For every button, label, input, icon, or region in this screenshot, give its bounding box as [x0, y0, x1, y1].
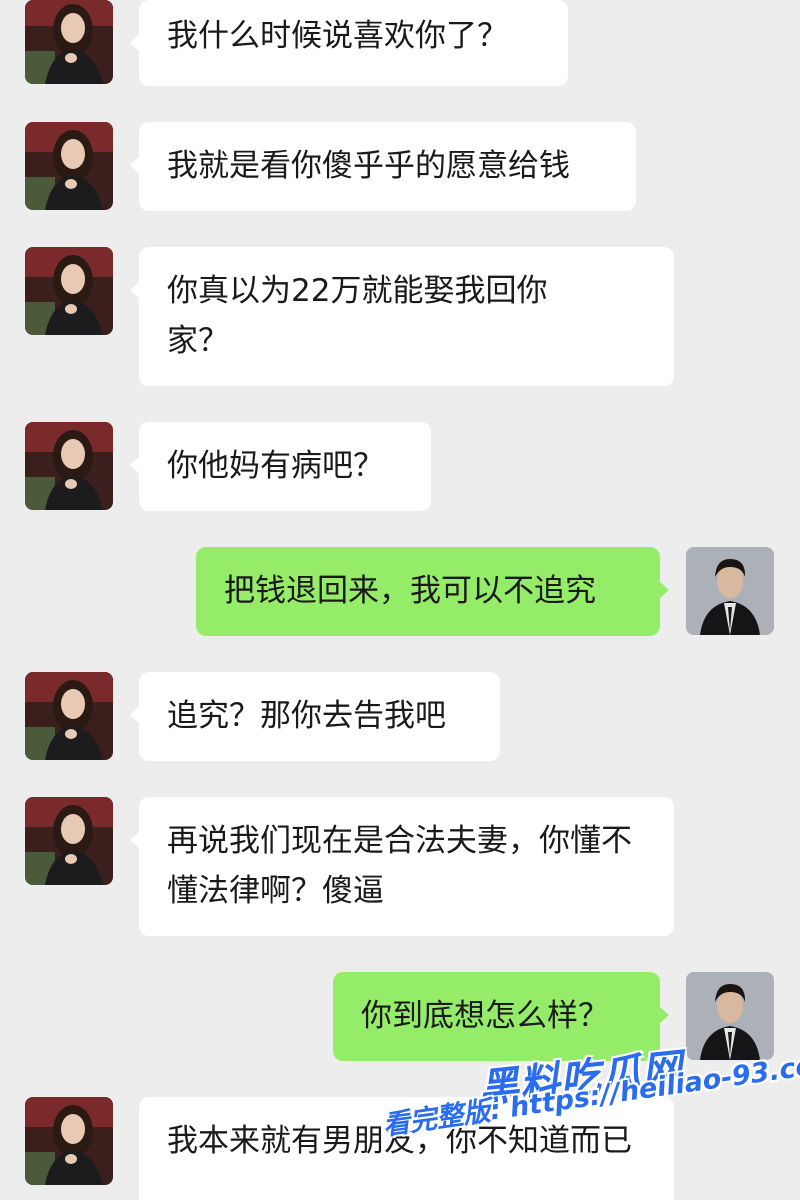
- woman-portrait-icon: [25, 1097, 113, 1185]
- message-bubble[interactable]: 你到底想怎么样？: [333, 972, 669, 1061]
- man-portrait-icon: [686, 972, 774, 1060]
- woman-portrait-icon: [25, 672, 113, 760]
- user-avatar[interactable]: [686, 547, 774, 635]
- woman-portrait-icon: [25, 0, 113, 84]
- contact-avatar[interactable]: [25, 0, 113, 84]
- contact-avatar[interactable]: [25, 1097, 113, 1185]
- message-bubble[interactable]: 你他妈有病吧？: [130, 422, 431, 511]
- message-bubble[interactable]: 追究？那你去告我吧: [130, 672, 500, 761]
- message-bubble[interactable]: 把钱退回来，我可以不追究: [196, 547, 669, 636]
- contact-avatar[interactable]: [25, 672, 113, 760]
- message-bubble[interactable]: 我就是看你傻乎乎的愿意给钱: [130, 122, 636, 211]
- woman-portrait-icon: [25, 122, 113, 210]
- message-bubble[interactable]: 我什么时候说喜欢你了？: [130, 0, 568, 86]
- contact-avatar[interactable]: [25, 247, 113, 335]
- user-avatar[interactable]: [686, 972, 774, 1060]
- woman-portrait-icon: [25, 797, 113, 885]
- woman-portrait-icon: [25, 247, 113, 335]
- message-bubble[interactable]: 再说我们现在是合法夫妻，你懂不懂法律啊？傻逼: [130, 797, 674, 936]
- woman-portrait-icon: [25, 422, 113, 510]
- message-bubble[interactable]: 你真以为22万就能娶我回你家？: [130, 247, 674, 386]
- contact-avatar[interactable]: [25, 122, 113, 210]
- contact-avatar[interactable]: [25, 422, 113, 510]
- contact-avatar[interactable]: [25, 797, 113, 885]
- message-bubble[interactable]: 我本来就有男朋友，你不知道而已: [139, 1097, 674, 1200]
- man-portrait-icon: [686, 547, 774, 635]
